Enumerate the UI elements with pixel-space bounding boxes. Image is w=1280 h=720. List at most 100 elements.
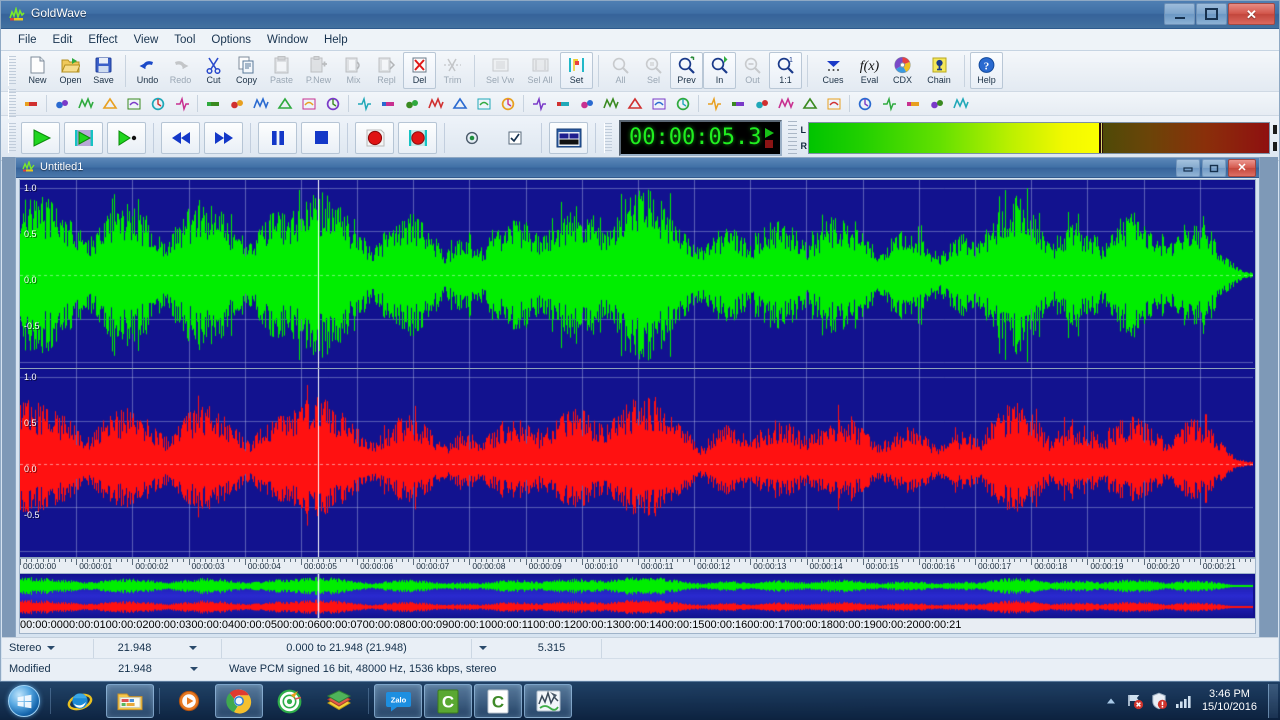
menu-item-tool[interactable]: Tool: [166, 31, 203, 49]
swap-channels-icon[interactable]: [878, 93, 900, 114]
smoother-icon[interactable]: [600, 93, 622, 114]
waveform-area[interactable]: 1.0 0.5 0.0 -0.5 1.0 0.5 0.0 -0.5 00:00:…: [19, 179, 1256, 634]
record-new-button[interactable]: [398, 122, 437, 154]
taskbar-goldwave[interactable]: [524, 684, 572, 718]
auto-gain-icon[interactable]: [51, 93, 73, 114]
bass-boost-icon[interactable]: [20, 93, 42, 114]
parametric-eq-icon[interactable]: [274, 93, 296, 114]
volume-bars-icon[interactable]: [1173, 690, 1193, 712]
status-channels[interactable]: Stereo: [2, 638, 94, 658]
toolbar-button-open[interactable]: Open: [54, 52, 87, 89]
toolbar-button-cut[interactable]: Cut: [197, 52, 230, 89]
offset-icon[interactable]: [401, 93, 423, 114]
status-selection[interactable]: 0.000 to 21.948 (21.948): [222, 638, 472, 658]
overview-strip[interactable]: [20, 573, 1255, 618]
menu-item-edit[interactable]: Edit: [45, 31, 81, 49]
menu-item-view[interactable]: View: [126, 31, 167, 49]
reverb-icon[interactable]: [497, 93, 519, 114]
time-warp-icon[interactable]: [648, 93, 670, 114]
status-length-2[interactable]: 21.948: [94, 660, 222, 679]
toolbar-button-help[interactable]: ? Help: [970, 52, 1003, 89]
invert-icon[interactable]: [322, 93, 344, 114]
toolbar-grip[interactable]: [8, 88, 16, 119]
maximize-volume-icon[interactable]: [799, 93, 821, 114]
toolbar-button-cues[interactable]: Cues: [813, 52, 853, 89]
volume-icon[interactable]: [703, 93, 725, 114]
stereo-icon[interactable]: [624, 93, 646, 114]
toolbar-button-copy[interactable]: Copy: [230, 52, 263, 89]
echo-icon[interactable]: [171, 93, 193, 114]
waveform-right-channel[interactable]: 1.0 0.5 0.0 -0.5: [20, 369, 1255, 558]
timebar-grip[interactable]: [604, 123, 612, 153]
pitch-icon[interactable]: [449, 93, 471, 114]
waveform-left-channel[interactable]: 1.0 0.5 0.0 -0.5: [20, 180, 1255, 369]
toolbar-button-in[interactable]: In: [703, 52, 736, 89]
resample-icon[interactable]: [528, 93, 550, 114]
play-from-marker-button[interactable]: [107, 122, 146, 154]
status-length[interactable]: 21.948: [94, 638, 222, 658]
toolbar-button-set[interactable]: Set: [560, 52, 593, 89]
minimize-button[interactable]: [1164, 3, 1195, 25]
status-selection-dropdown[interactable]: [472, 639, 502, 658]
chevron-up-icon[interactable]: [1101, 690, 1121, 712]
taskbar-chrome[interactable]: [215, 684, 263, 718]
menu-item-options[interactable]: Options: [203, 31, 259, 49]
taskbar-zalo[interactable]: Zalo: [374, 684, 422, 718]
toolbar-button-cdx[interactable]: CDX: [886, 52, 919, 89]
record-button[interactable]: [355, 122, 394, 154]
mechanize-icon[interactable]: [353, 93, 375, 114]
taskbar-media-player[interactable]: [165, 684, 213, 718]
toolbar-button-1-1[interactable]: 1 1:1: [769, 52, 802, 89]
taskbar-clock[interactable]: 3:46 PM 15/10/2016: [1195, 688, 1264, 714]
silence-icon[interactable]: [576, 93, 598, 114]
menu-item-file[interactable]: File: [10, 31, 45, 49]
show-desktop-button[interactable]: [1268, 684, 1278, 718]
play-button[interactable]: [21, 122, 60, 154]
play-selection-button[interactable]: [64, 122, 103, 154]
frequency-icon[interactable]: [823, 93, 845, 114]
taskbar-book-app[interactable]: [315, 684, 363, 718]
security-alert-icon[interactable]: [1149, 690, 1169, 712]
maximize-button[interactable]: [1196, 3, 1227, 25]
document-close-button[interactable]: ✕: [1228, 159, 1256, 177]
toolbar-grip[interactable]: [8, 56, 16, 86]
flanger-icon[interactable]: [226, 93, 248, 114]
filter-icon[interactable]: [202, 93, 224, 114]
match-volume-icon[interactable]: [775, 93, 797, 114]
toolbar-grip[interactable]: [8, 123, 16, 153]
toolbar-button-chain[interactable]: Chain: [919, 52, 959, 89]
time-ruler[interactable]: 00:00:00 00:00:01 00:00:02 00:00:03 00:00:04…: [20, 558, 1255, 573]
toolbar-button-prev[interactable]: Prev: [670, 52, 703, 89]
fade-out-icon[interactable]: [751, 93, 773, 114]
window-layout-icon[interactable]: [549, 122, 588, 154]
fade-in-icon[interactable]: [727, 93, 749, 114]
menu-item-effect[interactable]: Effect: [80, 31, 125, 49]
toolbar-button-new[interactable]: New: [21, 52, 54, 89]
taskbar-app-c2[interactable]: C: [474, 684, 522, 718]
close-button[interactable]: ✕: [1228, 3, 1275, 25]
taskbar-app-c1[interactable]: C: [424, 684, 472, 718]
network-error-icon[interactable]: [1125, 690, 1145, 712]
graphic-eq-icon[interactable]: [250, 93, 272, 114]
toolbar-button-save[interactable]: Save: [87, 52, 120, 89]
toolbar-button-del[interactable]: Del: [403, 52, 436, 89]
taskbar-windows-explorer[interactable]: [106, 684, 154, 718]
pan-icon[interactable]: [425, 93, 447, 114]
doppler-icon[interactable]: [147, 93, 169, 114]
rewind-button[interactable]: [161, 122, 200, 154]
dynamics-icon[interactable]: [123, 93, 145, 114]
toolbar-button-eval[interactable]: f(x) Eval: [853, 52, 886, 89]
taskbar-disc-burner[interactable]: [265, 684, 313, 718]
envelope-icon[interactable]: [950, 93, 972, 114]
compressor-icon[interactable]: [99, 93, 121, 114]
toolbar-button-undo[interactable]: Undo: [131, 52, 164, 89]
document-minimize-button[interactable]: [1176, 159, 1200, 177]
channel-mixer-icon[interactable]: [75, 93, 97, 114]
reverse-icon[interactable]: [552, 93, 574, 114]
overview-time-ruler[interactable]: 00:00:0000:00:0100:00:0200:00:0300:00:04…: [20, 618, 1255, 633]
stop-button[interactable]: [301, 122, 340, 154]
record-option-icon[interactable]: [452, 122, 491, 154]
noise-reduction-icon[interactable]: [377, 93, 399, 114]
playback-rate-icon[interactable]: [473, 93, 495, 114]
menu-item-help[interactable]: Help: [316, 31, 356, 49]
